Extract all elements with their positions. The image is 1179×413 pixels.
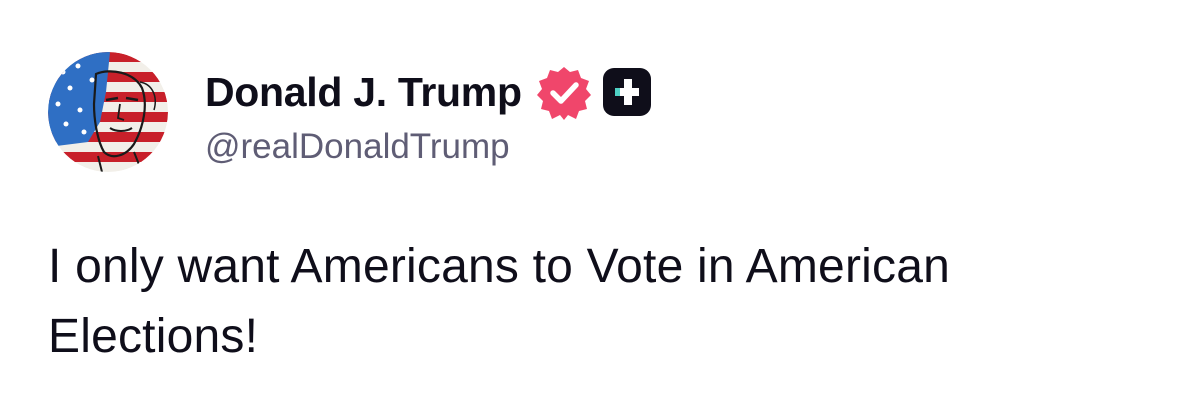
post: Donald J. Trump @realDonaldTrump I only … bbox=[0, 0, 1179, 413]
author-handle[interactable]: @realDonaldTrump bbox=[205, 127, 510, 167]
post-text: I only want Americans to Vote in America… bbox=[48, 240, 950, 363]
avatar[interactable] bbox=[48, 52, 168, 172]
truth-plus-icon bbox=[602, 67, 652, 117]
display-name[interactable]: Donald J. Trump bbox=[205, 69, 522, 116]
verified-badge-icon bbox=[536, 64, 592, 120]
avatar-image bbox=[48, 52, 168, 172]
author-name-row: Donald J. Trump bbox=[205, 64, 652, 120]
